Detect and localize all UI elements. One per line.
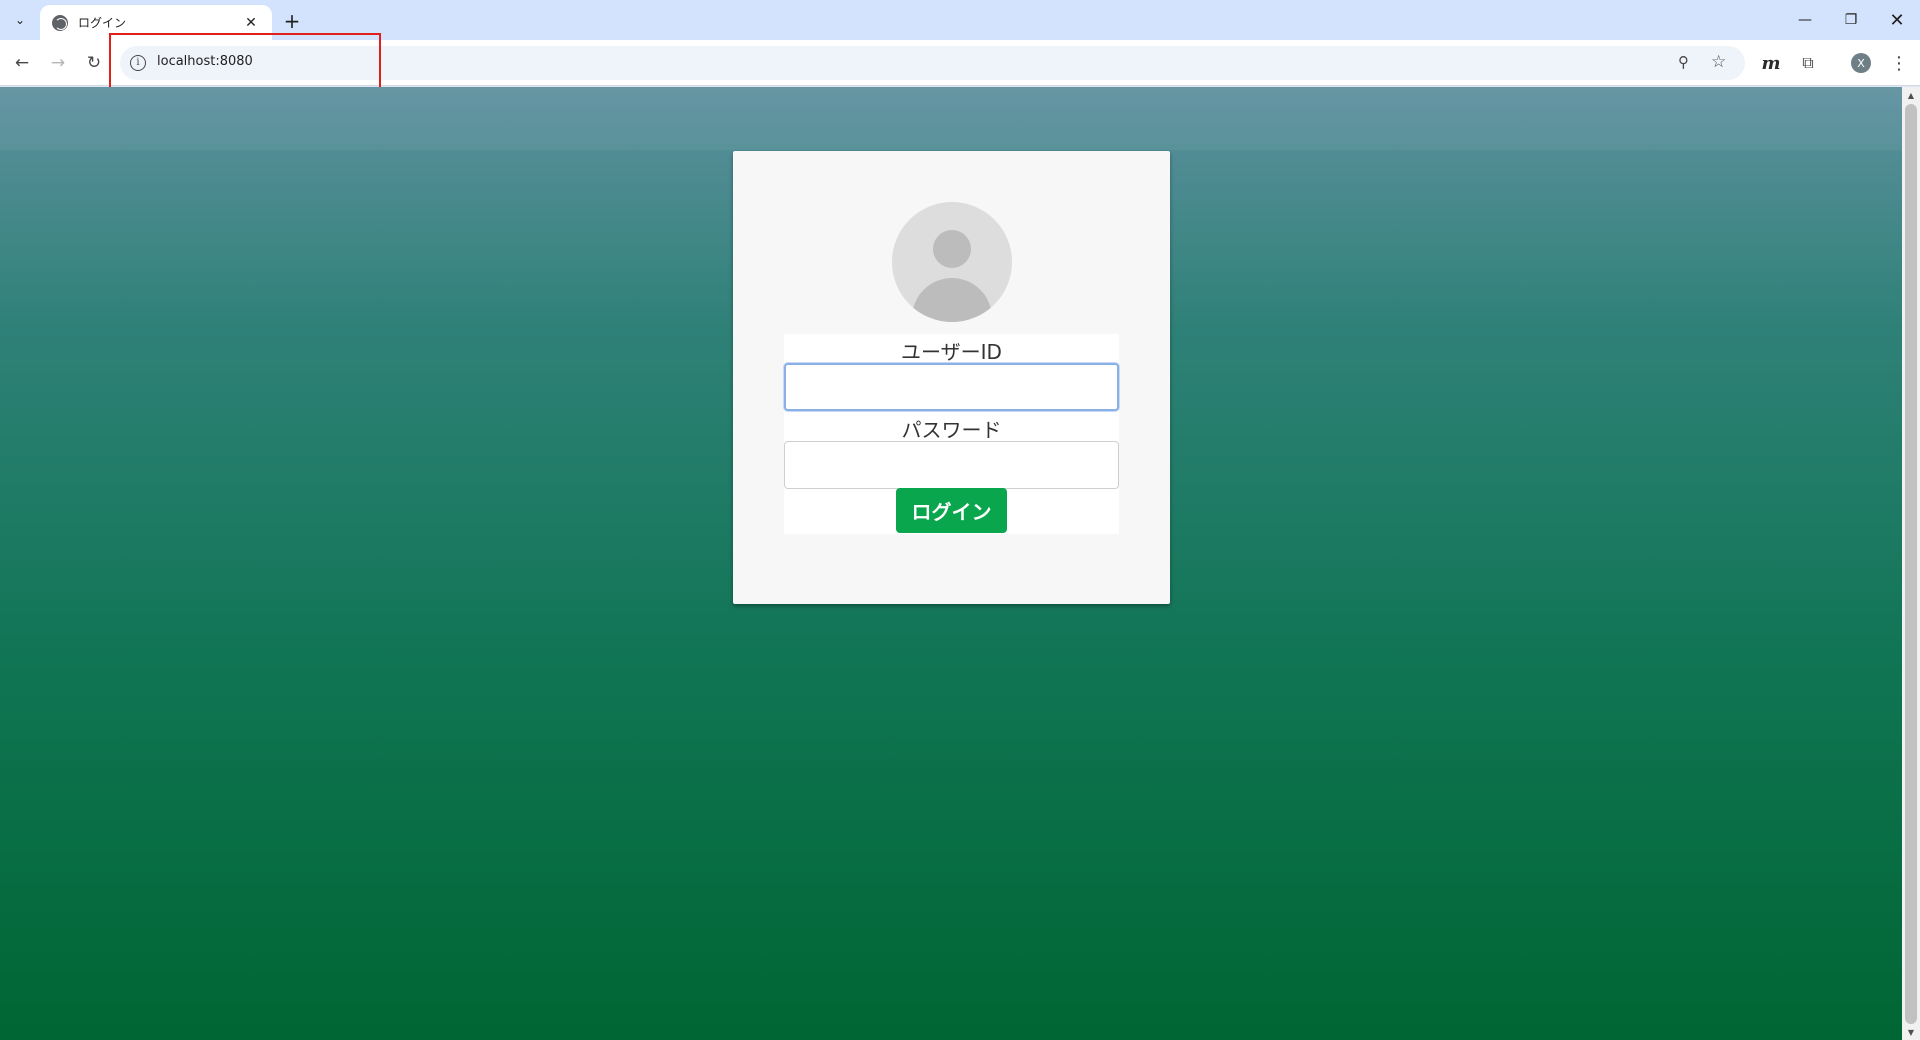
- extensions-puzzle-icon[interactable]: ⧉: [1794, 49, 1822, 77]
- tab-title: ログイン: [78, 16, 127, 30]
- new-tab-button[interactable]: +: [280, 9, 304, 33]
- tab-search-icon[interactable]: ⌄: [8, 8, 32, 32]
- zoom-icon[interactable]: ⚲: [1678, 53, 1689, 71]
- page-scrollbar[interactable]: ▲ ▼: [1902, 87, 1920, 1040]
- page-header-band: [0, 87, 1902, 150]
- bookmark-star-icon[interactable]: ☆: [1711, 52, 1726, 72]
- extension-m-icon[interactable]: m: [1757, 49, 1785, 77]
- page-viewport: ユーザーID パスワード ログイン ▲ ▼: [0, 87, 1920, 1040]
- window-close-button[interactable]: ✕: [1874, 0, 1920, 40]
- site-info-icon[interactable]: i: [130, 55, 146, 71]
- scroll-thumb[interactable]: [1905, 104, 1917, 1024]
- userid-input[interactable]: [784, 363, 1119, 411]
- avatar-body: [912, 278, 992, 322]
- scroll-up-arrow-icon[interactable]: ▲: [1902, 87, 1920, 103]
- tab-strip: ⌄ ログイン ✕ + — ❐ ✕: [0, 0, 1920, 40]
- login-button[interactable]: ログイン: [896, 488, 1007, 533]
- browser-toolbar: ← → ↻ i localhost:8080 ⚲ ☆ m ⧉ X ⋮: [0, 40, 1920, 86]
- address-url[interactable]: localhost:8080: [157, 54, 253, 69]
- password-input[interactable]: [784, 441, 1119, 489]
- minimize-button[interactable]: —: [1782, 0, 1828, 40]
- userid-label: ユーザーID: [901, 340, 1002, 364]
- avatar-head: [933, 230, 971, 268]
- address-bar[interactable]: i localhost:8080 ⚲ ☆: [120, 46, 1745, 80]
- profile-avatar[interactable]: X: [1851, 53, 1871, 73]
- user-avatar-icon: [892, 202, 1012, 322]
- back-button[interactable]: ←: [8, 49, 36, 77]
- tab-close-icon[interactable]: ✕: [242, 14, 260, 32]
- password-label: パスワード: [901, 418, 1002, 442]
- scroll-down-arrow-icon[interactable]: ▼: [1902, 1024, 1920, 1040]
- login-card: ユーザーID パスワード ログイン: [733, 151, 1170, 604]
- browser-menu-icon[interactable]: ⋮: [1885, 49, 1913, 77]
- login-form: ユーザーID パスワード ログイン: [784, 334, 1119, 534]
- browser-tab[interactable]: ログイン ✕: [40, 5, 272, 40]
- reload-button[interactable]: ↻: [80, 49, 108, 77]
- globe-icon: [52, 14, 68, 31]
- restore-button[interactable]: ❐: [1828, 0, 1874, 40]
- forward-button[interactable]: →: [44, 49, 72, 77]
